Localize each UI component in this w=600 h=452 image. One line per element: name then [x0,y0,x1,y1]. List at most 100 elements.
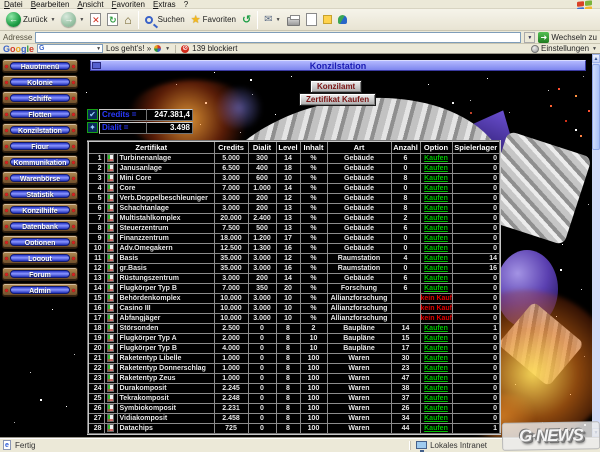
sidebar-item-kommunikation[interactable]: Kommunikation [2,155,78,169]
menu-favoriten[interactable]: Favoriten [108,0,149,9]
credits-cell: 2.245 [214,383,248,393]
art-cell: Waren [327,403,391,413]
messenger-button[interactable] [335,10,350,30]
kaufen-link[interactable]: Kaufen [424,185,448,192]
kaufen-link[interactable]: Kaufen [424,365,448,372]
menu-ansicht[interactable]: Ansicht [73,0,107,9]
kaufen-link[interactable]: Kaufen [424,415,448,422]
history-button[interactable]: ↺ [239,10,254,30]
menu-datei[interactable]: Datei [0,0,27,9]
address-input[interactable] [35,32,521,43]
sidebar-item-statistik[interactable]: Statistik [2,187,78,201]
dialit-cell: 0 [248,343,276,353]
back-button[interactable]: ← Zurück ▼ [3,10,58,30]
konzilamt-button[interactable]: Konzilamt [310,80,362,93]
home-button[interactable]: ⌂ [121,10,134,30]
sidebar-item-konzilhilfe[interactable]: Konzilhilfe [2,203,78,217]
kaufen-link[interactable]: Kaufen [424,395,448,402]
kaufen-link[interactable]: Kaufen [424,375,448,382]
go-button[interactable]: ➜ Wechseln zu [538,32,597,43]
zertifikat-kaufen-button[interactable]: Zertifikat Kaufen [299,93,376,106]
kaufen-link[interactable]: Kaufen [424,275,448,282]
address-dropdown-icon[interactable]: ▼ [524,32,535,43]
row-number: 6 [88,203,104,213]
kaufen-link[interactable]: Kaufen [424,225,448,232]
kaufen-link[interactable]: Kaufen [424,165,448,172]
kaufen-link[interactable]: Kaufen [424,205,448,212]
anzahl-cell: 0 [391,163,420,173]
kaufen-link[interactable]: Kaufen [424,325,448,332]
sidebar-item-konzilstation[interactable]: Konzilstation [2,123,78,137]
kaufen-link[interactable]: Kaufen [424,235,448,242]
certificate-name: Core [117,183,214,193]
spielerlager-cell: 0 [452,393,500,403]
level-cell: 13 [276,213,300,223]
kaufen-link[interactable]: Kaufen [424,215,448,222]
mail-dropdown-icon[interactable]: ▼ [276,17,281,23]
kaufen-link[interactable]: Kaufen [424,405,448,412]
kaufen-link[interactable]: Kaufen [424,195,448,202]
kaufen-link[interactable]: Kaufen [424,265,448,272]
scroll-up-button[interactable]: ▲ [592,54,600,63]
mail-button[interactable]: ✉ ▼ [261,10,283,30]
google-search-input[interactable]: G ▼ [37,44,103,53]
google-search-dropdown-icon[interactable]: ▼ [96,46,101,52]
vertical-scrollbar[interactable]: ▲ ▼ [592,54,600,437]
sidebar-item-optionen[interactable]: Optionen [2,235,78,249]
dialit-cell: 200 [248,273,276,283]
art-cell: Waren [327,373,391,383]
anzahl-cell [391,293,420,303]
sidebar-item-schiffe[interactable]: Schiffe [2,91,78,105]
menu-help[interactable]: ? [180,0,192,9]
kaufen-link[interactable]: Kaufen [424,425,448,432]
icon-cell [104,273,117,283]
notes-button[interactable] [320,10,335,30]
art-cell: Gebäude [327,173,391,183]
sidebar-item-logout[interactable]: Logout [2,251,78,265]
forward-button[interactable]: → ▼ [58,10,87,30]
google-go-button[interactable]: Los geht's! » [106,44,151,53]
sidebar-item-warenb-rse[interactable]: Warenbörse [2,171,78,185]
table-row: 12gr.Basis35.0003.00016%Raumstation0Kauf… [88,263,500,273]
search-button[interactable]: Suchen [142,10,188,30]
favorites-button[interactable]: ★ Favoriten [188,10,239,30]
popup-blocker-count[interactable]: 139 blockiert [192,44,237,53]
credits-cell: 3.000 [214,273,248,283]
sidebar-item-kolonie[interactable]: Kolonie [2,75,78,89]
sidebar-item-datenbank[interactable]: Datenbank [2,219,78,233]
google-settings-button[interactable]: Einstellungen ▼ [531,44,597,53]
kaufen-link[interactable]: Kaufen [424,335,448,342]
stop-button[interactable]: ✕ [87,10,104,30]
row-number: 9 [88,233,104,243]
dialit-cell: 3.000 [248,303,276,313]
kaufen-link[interactable]: Kaufen [424,345,448,352]
art-cell: Waren [327,383,391,393]
kaufen-link[interactable]: Kaufen [424,285,448,292]
option-cell: Kaufen [420,243,452,253]
scrollbar-thumb[interactable] [592,64,600,150]
menu-extras[interactable]: Extras [149,0,180,9]
sidebar-item-figur[interactable]: Figur [2,139,78,153]
anzahl-cell: 8 [391,173,420,183]
kaufen-link[interactable]: Kaufen [424,175,448,182]
certificate-name: Abfangjäger [117,313,214,323]
sidebar-item-flotten[interactable]: Flotten [2,107,78,121]
certificate-name: Turbinenanlage [117,153,214,163]
print-button[interactable] [284,10,303,30]
certificate-icon [107,264,114,272]
anzahl-cell [391,313,420,323]
kaufen-link[interactable]: Kaufen [424,355,448,362]
forward-dropdown-icon[interactable]: ▼ [79,17,84,23]
google-go-dropdown-icon[interactable]: ▼ [165,46,170,52]
sidebar-item-admin[interactable]: Admin [2,283,78,297]
refresh-button[interactable]: ↻ [104,10,121,30]
kaufen-link[interactable]: Kaufen [424,385,448,392]
menu-bearbeiten[interactable]: Bearbeiten [27,0,74,9]
sidebar-item-forum[interactable]: Forum [2,267,78,281]
edit-button[interactable] [303,10,320,30]
kaufen-link[interactable]: Kaufen [424,255,448,262]
back-dropdown-icon[interactable]: ▼ [50,17,55,23]
kaufen-link[interactable]: Kaufen [424,245,448,252]
kaufen-link[interactable]: Kaufen [424,155,448,162]
sidebar-item-hauptmen[interactable]: Hauptmenü [2,59,78,73]
